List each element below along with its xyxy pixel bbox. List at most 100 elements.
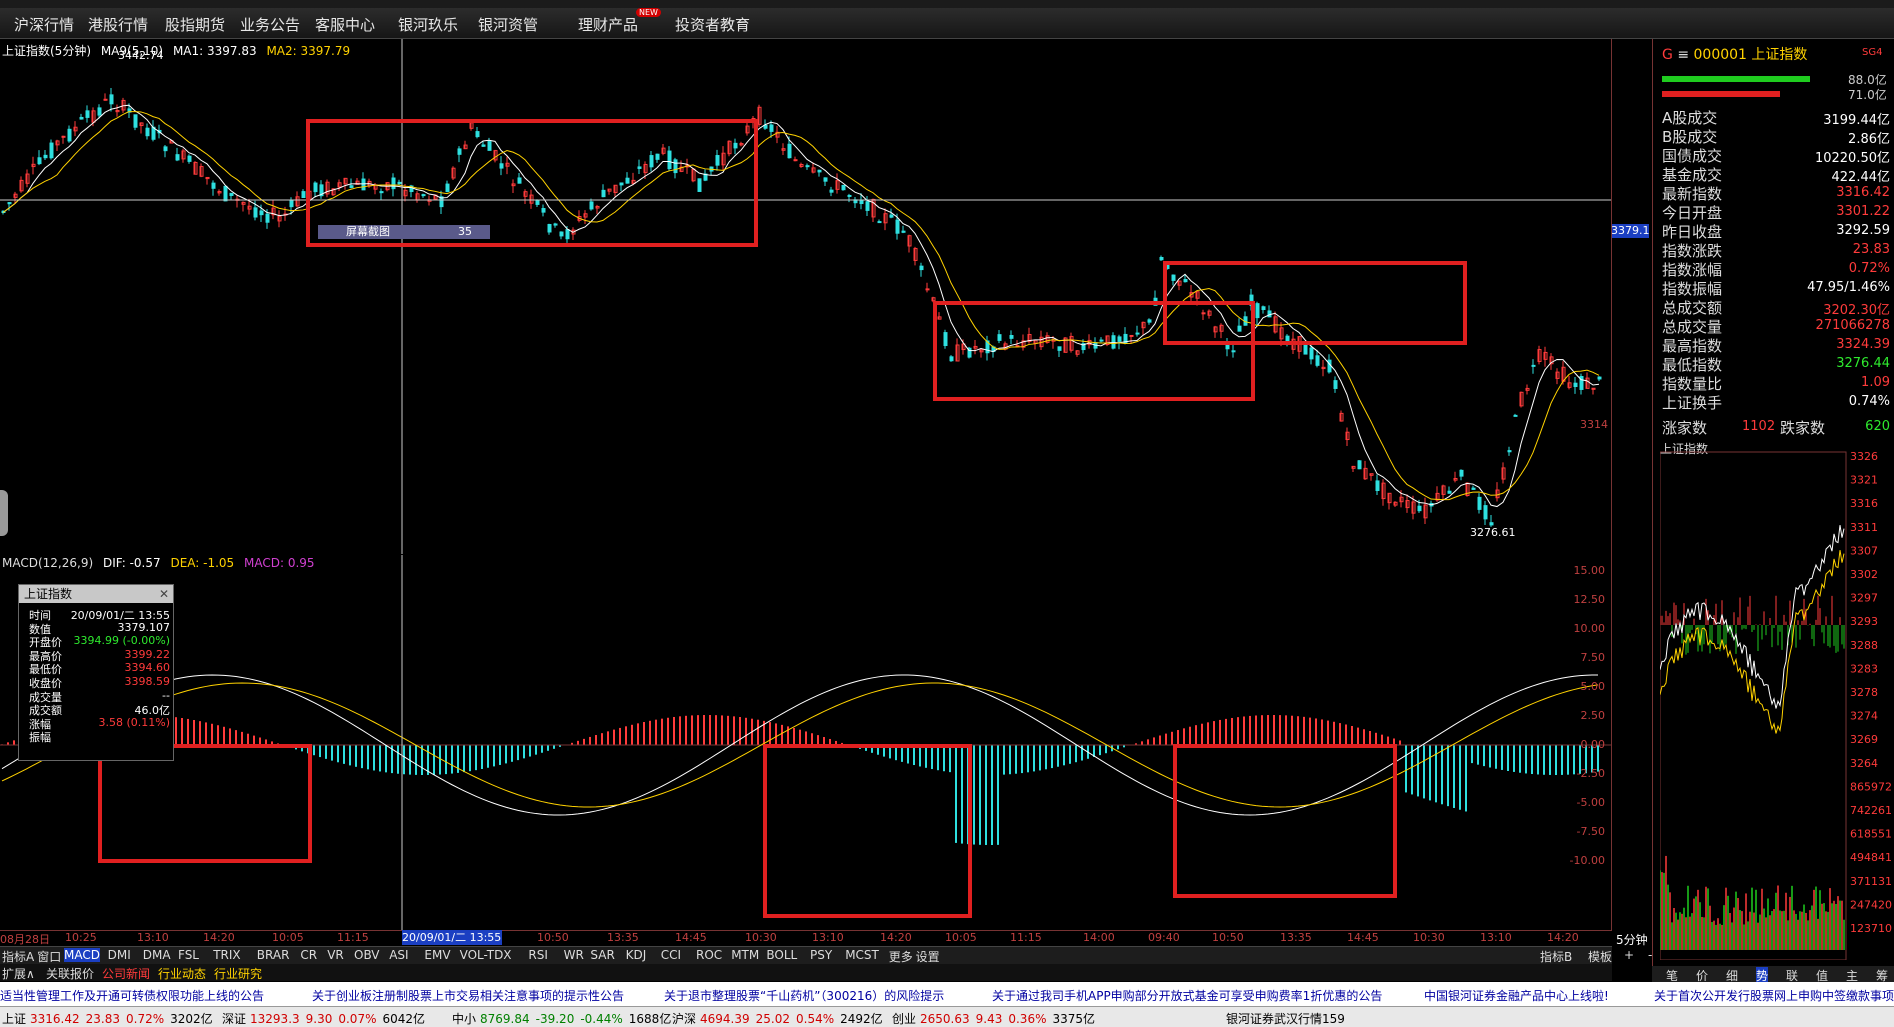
nav-item-0[interactable]: 沪深行情 <box>14 14 74 35</box>
nav-item-5[interactable]: 银河玖乐 <box>398 14 458 35</box>
g-icon[interactable]: G <box>1662 47 1673 63</box>
indicator-tab-10[interactable]: OBV <box>354 948 380 962</box>
quote-popup[interactable]: 上证指数 ✕ 时间 20/09/01/二 13:55 数值 3379.107 开盘价 33… <box>18 584 174 761</box>
mini-axis-label: 3293 <box>1850 615 1878 628</box>
mini-frame <box>1659 451 1847 961</box>
panel-tabs: 笔价细势联值主筹 <box>1652 966 1894 984</box>
time-tick: 10:05 <box>945 931 977 944</box>
candle <box>1201 312 1206 315</box>
intraday-svg[interactable]: 3326 3321 3316 3311 3307 3302 3297 3293 3288 3283… <box>1659 440 1894 961</box>
server-status[interactable]: 银河证券武汉行情159 <box>1226 1010 1345 1027</box>
candle <box>259 210 264 216</box>
candlestick-svg[interactable]: 3442.743276.61 <box>0 39 1612 554</box>
macd-axis-label: 10.00 <box>1573 622 1606 635</box>
indicator-tab-22[interactable]: PSY <box>810 948 832 962</box>
indicator-tab-14[interactable]: RSI <box>528 948 548 962</box>
candle <box>67 128 72 142</box>
candlestick-chart[interactable]: 3442.74 3276.61 <box>0 39 1612 554</box>
indicator-tab-12[interactable]: EMV <box>424 948 450 962</box>
indicator-tab-15[interactable]: WR <box>564 948 584 962</box>
indicator-tab-19[interactable]: ROC <box>696 948 722 962</box>
sub-tab-1[interactable]: 关联报价 <box>46 965 94 982</box>
nav-item-1[interactable]: 港股行情 <box>88 14 148 35</box>
nav-item-3[interactable]: 业务公告 <box>240 14 300 35</box>
macd-axis-label: 5.00 <box>1580 680 1606 693</box>
time-axis: 08月28日 10:25 13:10 14:20 10:05 11:15 10:50 13:3… <box>0 930 1612 946</box>
popup-header[interactable]: 上证指数 ✕ <box>19 585 173 603</box>
indicator-tab-20[interactable]: MTM <box>731 948 759 962</box>
panel-row-label: 基金成交 <box>1662 166 1723 184</box>
indicator-tab-5[interactable]: FSL <box>178 948 199 962</box>
news-item[interactable]: 中国银河证券金融产品中心上线啦! <box>1424 987 1609 1004</box>
panel-bar-2-value: 71.0亿 <box>1848 88 1887 102</box>
indicator-tab-25[interactable]: 设置 <box>916 948 940 965</box>
side-collapse-handle[interactable] <box>0 490 8 536</box>
indicator-tab-18[interactable]: CCI <box>661 948 681 962</box>
panel-row-label: 指数涨幅 <box>1662 261 1723 279</box>
indicator-tab-23[interactable]: MCST <box>845 948 879 962</box>
indicator-tab-4[interactable]: DMA <box>143 948 171 962</box>
top-navigation: 沪深行情 港股行情 股指期货 业务公告 客服中心 银河玖乐 银河资管 理财产品 NEW 投资者教育 <box>0 8 1894 39</box>
indicator-tab-13[interactable]: VOL-TDX <box>460 948 512 962</box>
indicator-tab-right-1[interactable]: 模板 <box>1588 948 1612 965</box>
index-code: 000001 <box>1693 47 1747 63</box>
period-label[interactable]: 5分钟 <box>1616 931 1648 948</box>
panel-row: 国债成交 10220.50亿 <box>1662 145 1890 166</box>
candle <box>763 124 768 129</box>
index-quote[interactable]: 上证 3316.42 23.83 0.72% 3202亿 <box>2 1010 213 1027</box>
sub-tab-4[interactable]: 行业研究 <box>214 965 262 982</box>
macd-svg[interactable] <box>0 555 1612 930</box>
index-quote[interactable]: 深证 13293.3 9.30 0.07% 6042亿 <box>222 1010 425 1027</box>
news-ticker: 适当性管理工作及开通可转债权限功能上线的公告 关于创业板注册制股票上市交易相关注意… <box>0 982 1894 1006</box>
indicator-tab-11[interactable]: ASI <box>389 948 408 962</box>
indicator-tab-1[interactable]: 窗口 <box>37 948 61 965</box>
nav-item-7[interactable]: 理财产品 NEW <box>578 8 661 35</box>
indicator-tab-right-2[interactable]: + <box>1624 948 1634 962</box>
macd-dif: DIF: -0.57 <box>102 556 161 570</box>
indicator-tab-21[interactable]: BOLL <box>766 948 797 962</box>
news-item[interactable]: 关于首次公开发行股票网上申购中签缴款事项 <box>1654 987 1894 1004</box>
popup-row-value: 3394.60 <box>124 661 171 675</box>
ma-param[interactable]: MA9(5,10) <box>101 44 163 58</box>
indicator-tab-6[interactable]: TRIX <box>213 948 240 962</box>
intraday-mini-chart[interactable]: 3326 3321 3316 3311 3307 3302 3297 3293 3288 3283… <box>1659 440 1894 961</box>
nav-item-4[interactable]: 客服中心 <box>315 14 375 35</box>
nav-item-6[interactable]: 银河资管 <box>478 14 538 35</box>
nav-item-8[interactable]: 投资者教育 <box>675 14 750 35</box>
sub-tab-0[interactable]: 扩展∧ <box>2 965 35 982</box>
indicator-tab-8[interactable]: CR <box>300 948 317 962</box>
macd-chart[interactable] <box>0 555 1612 930</box>
indicator-tab-17[interactable]: KDJ <box>626 948 647 962</box>
news-item[interactable]: 关于退市整理股票“千山药机”（300216）的风险提示 <box>664 987 944 1004</box>
index-quote[interactable]: 创业 2650.63 9.43 0.36% 3375亿 <box>892 1010 1095 1027</box>
indicator-tab-2[interactable]: MACD <box>64 948 100 962</box>
mini-axis-label: 3264 <box>1850 757 1878 770</box>
news-item[interactable]: 适当性管理工作及开通可转债权限功能上线的公告 <box>0 987 264 1004</box>
candle <box>1531 364 1536 367</box>
menu-icon[interactable]: ≡ <box>1677 47 1689 63</box>
news-item[interactable]: 关于创业板注册制股票上市交易相关注意事项的提示性公告 <box>312 987 624 1004</box>
indicator-tab-3[interactable]: DMI <box>108 948 131 962</box>
candle <box>379 191 384 194</box>
candle <box>421 194 426 197</box>
close-icon[interactable]: ✕ <box>159 585 169 603</box>
index-quote[interactable]: 中小 8769.84 -39.20 -0.44% 1688亿 <box>452 1010 671 1027</box>
candle <box>1573 382 1578 388</box>
macd-axis-label: 15.00 <box>1573 564 1606 577</box>
indicator-tab-16[interactable]: SAR <box>590 948 614 962</box>
sub-tab-2[interactable]: 公司新闻 <box>102 965 150 982</box>
down-count: 620 <box>1865 419 1890 434</box>
indicator-tab-right-0[interactable]: 指标B <box>1540 948 1572 965</box>
panel-header: G ≡ 000001 上证指数 SG4 <box>1662 44 1882 64</box>
index-quote[interactable]: 沪深 4694.39 25.02 0.54% 2492亿 <box>672 1010 883 1027</box>
indicator-tab-9[interactable]: VR <box>327 948 344 962</box>
indicator-tab-7[interactable]: BRAR <box>257 948 290 962</box>
indicator-tab-24[interactable]: 更多 <box>889 948 913 965</box>
news-item[interactable]: 关于通过我司手机APP申购部分开放式基金可享受申购费率1折优惠的公告 <box>992 987 1382 1004</box>
candle <box>1477 496 1482 510</box>
indicator-tab-0[interactable]: 指标A <box>2 948 34 965</box>
macd-title[interactable]: MACD(12,26,9) <box>2 556 93 570</box>
nav-item-2[interactable]: 股指期货 <box>165 14 225 35</box>
sub-tab-3[interactable]: 行业动态 <box>158 965 206 982</box>
candle <box>499 163 504 169</box>
